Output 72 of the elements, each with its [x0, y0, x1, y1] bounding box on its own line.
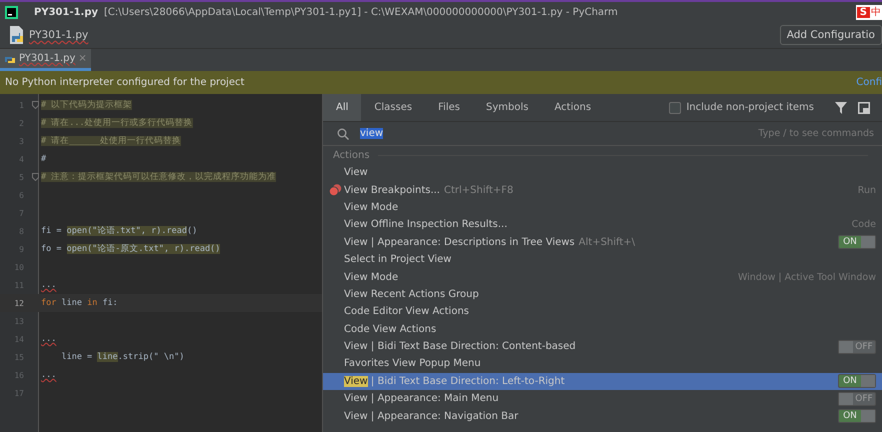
window-path: [C:\Users\28066\AppData\Local\Temp\PY301-1.py1] - C:\WEXAM\000000000000\PY301-1.py - PyCharm — [104, 6, 618, 18]
checkbox[interactable] — [669, 102, 682, 114]
action-name: View Mode — [344, 272, 398, 283]
action-group: Run — [858, 184, 876, 196]
search-icon — [337, 128, 349, 140]
action-row[interactable]: View Mode Window | Active Tool Window — [323, 268, 882, 286]
app-icon — [5, 6, 18, 18]
action-row[interactable]: View | Appearance: Navigation Bar ON — [323, 407, 882, 425]
breadcrumb-file[interactable]: PY301-1.py — [29, 29, 88, 41]
window-title: PY301-1.py — [34, 6, 98, 18]
fold-marker-icon[interactable] — [32, 173, 39, 181]
shortcut: Alt+Shift+\ — [578, 236, 636, 248]
code-line: fi = open("论语.txt", r).read() — [41, 225, 198, 237]
action-name: View Offline Inspection Results... — [344, 219, 508, 230]
section-header: Actions — [333, 150, 370, 160]
action-row[interactable]: Code Editor View Actions — [323, 303, 882, 321]
code-line: # — [41, 154, 46, 164]
code-line: for line in fi: — [41, 298, 118, 308]
action-row[interactable]: View | Bidi Text Base Direction: Content-based OFF — [323, 338, 882, 356]
editor-tab[interactable]: PY301-1.py × — [0, 49, 91, 71]
toggle-switch[interactable]: ON — [838, 235, 876, 250]
search-field[interactable]: view — [360, 128, 384, 139]
input-method-logo: S 中 — [856, 4, 882, 20]
code-line: line = line.strip(" \n") — [60, 352, 184, 362]
search-tab[interactable]: Files — [425, 94, 474, 121]
search-tab[interactable]: All — [323, 94, 362, 121]
code-line: ... — [41, 334, 56, 344]
action-row[interactable]: View Recent Actions Group — [323, 286, 882, 304]
action-name: Code View Actions — [344, 324, 436, 335]
action-row[interactable]: View | Bidi Text Base Direction: Left-to-Right ON — [323, 372, 882, 390]
breakpoints-icon — [329, 184, 342, 196]
panel-icon[interactable] — [858, 102, 870, 114]
action-name: View | Bidi Text Base Direction: Content-based — [344, 341, 576, 352]
action-row[interactable]: View | Appearance: Descriptions in Tree Views Alt+Shift+\ ON — [323, 234, 882, 251]
action-row[interactable]: View Mode — [323, 198, 882, 216]
action-group: Window | Active Tool Window — [738, 272, 876, 283]
toggle-switch[interactable]: ON — [838, 409, 876, 424]
search-hint: Type / to see commands — [758, 128, 874, 139]
fold-marker-icon[interactable] — [32, 101, 39, 109]
action-name: View | Appearance: Main Menu — [344, 393, 499, 404]
action-name: Select in Project View — [344, 254, 452, 266]
code-line: fo = open("论语-原文.txt", r).read() — [41, 243, 220, 255]
action-row[interactable]: Select in Project View — [323, 250, 882, 268]
filter-icon[interactable] — [835, 102, 847, 114]
action-name: View | Appearance: Descriptions in Tree Views — [344, 236, 575, 248]
action-row[interactable]: Favorites View Popup Menu — [323, 355, 882, 373]
action-row[interactable]: View Offline Inspection Results... Code — [323, 216, 882, 234]
action-row[interactable]: Code View Actions — [323, 320, 882, 338]
toggle-switch[interactable]: ON — [838, 374, 876, 388]
banner-message: No Python interpreter configured for the project — [5, 77, 244, 88]
action-row[interactable]: View | Appearance: Main Menu OFF — [323, 390, 882, 408]
action-group: Code — [852, 219, 876, 230]
python-file-icon — [8, 25, 26, 45]
action-name: View | Bidi Text Base Direction: Left-to-Right — [344, 376, 565, 387]
search-tab[interactable]: Actions — [542, 94, 604, 121]
code-line: ... — [41, 370, 56, 380]
action-name: View Breakpoints... — [344, 184, 440, 196]
checkbox-label[interactable]: Include non-project items — [686, 102, 814, 113]
search-tab[interactable]: Symbols — [473, 94, 542, 121]
code-line: ... — [41, 280, 56, 290]
action-name: View Recent Actions Group — [344, 288, 479, 300]
line-number: 12 — [13, 298, 24, 308]
action-name: Code Editor View Actions — [344, 306, 469, 318]
action-name: View | Appearance: Navigation Bar — [344, 410, 518, 422]
add-configuration-button[interactable]: Add Configuratio — [780, 25, 882, 45]
search-tab[interactable]: Classes — [361, 94, 426, 121]
action-name: Favorites View Popup Menu — [344, 358, 481, 370]
action-row[interactable]: View — [323, 164, 882, 182]
shortcut: Ctrl+Shift+F8 — [444, 184, 514, 196]
action-name: View Mode — [344, 202, 398, 213]
action-row[interactable]: View Breakpoints... Ctrl+Shift+F8 Run — [323, 181, 882, 199]
action-name: View — [344, 167, 368, 178]
